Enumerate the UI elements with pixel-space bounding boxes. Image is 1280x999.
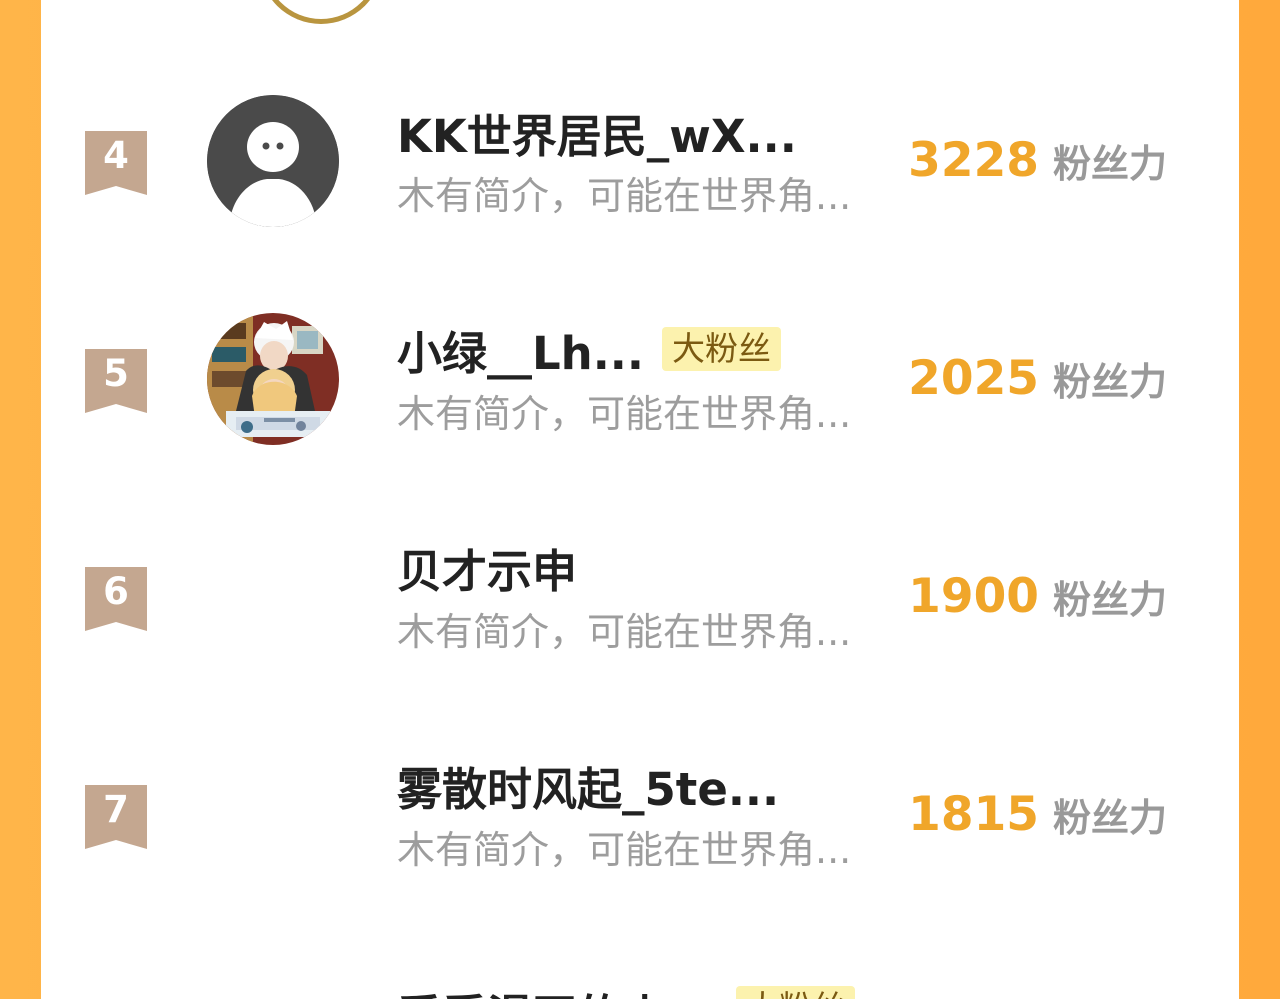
user-name-line: KK世界居民_wX... — [397, 103, 797, 163]
user-name[interactable]: 小绿__Lh... — [397, 317, 644, 382]
user-name-line: 小绿__Lh... 大粉丝 — [397, 320, 781, 380]
fan-power-score: 2025 — [908, 350, 1039, 406]
user-bio: 木有简介，可能在世界角... — [397, 174, 852, 218]
rank-number: 4 — [103, 134, 129, 177]
fan-power: 1900 粉丝力 — [908, 567, 1167, 625]
rank-badge: 4 — [85, 131, 147, 195]
user-bio: 木有简介，可能在世界角... — [397, 392, 852, 436]
list-item[interactable]: 5 小绿__Lh... 大粉丝 木有简介，可能在世界角... 2025 粉丝力 — [41, 313, 1239, 531]
fan-power-label: 粉丝力 — [1052, 359, 1167, 404]
list-item[interactable]: 7 雾散时风起_5te... 木有简介，可能在世界角... 1815 粉丝力 — [41, 749, 1239, 967]
user-name-line: 雾散时风起_5te... — [397, 756, 779, 816]
rank-badge: 5 — [85, 349, 147, 413]
fan-power: 2025 粉丝力 — [908, 349, 1167, 407]
default-avatar-icon — [207, 95, 339, 227]
user-name-line: 贝才示申 — [397, 538, 577, 598]
user-name[interactable]: 贝才示申 — [397, 535, 577, 600]
partial-user-name[interactable]: 爱看漫画的小 — [397, 980, 667, 999]
rank-number: 5 — [103, 352, 129, 395]
list-item[interactable]: 6 贝才示申 木有简介，可能在世界角... 1900 粉丝力 — [41, 531, 1239, 749]
user-bio: 木有简介，可能在世界角... — [397, 828, 852, 872]
partial-big-fan-badge: 大粉丝 — [736, 986, 855, 999]
user-name[interactable]: 雾散时风起_5te... — [397, 753, 779, 818]
avatar[interactable] — [207, 313, 339, 445]
rank-number: 7 — [103, 788, 129, 831]
avatar[interactable] — [207, 95, 339, 227]
rank-badge: 6 — [85, 567, 147, 631]
big-fan-badge: 大粉丝 — [662, 327, 781, 371]
fan-power-score: 1900 — [908, 568, 1039, 624]
fan-power-label: 粉丝力 — [1052, 141, 1167, 186]
fan-power-score: 1815 — [908, 786, 1039, 842]
fan-power: 3228 粉丝力 — [908, 131, 1167, 189]
previous-avatar-ring — [259, 0, 383, 24]
rank-number: 6 — [103, 570, 129, 613]
user-bio: 木有简介，可能在世界角... — [397, 610, 852, 654]
fan-power: 1815 粉丝力 — [908, 785, 1167, 843]
anime-avatar-icon — [207, 313, 339, 445]
fan-ranking-panel: 4 KK世界居民_wX... 木有简介，可能在世界角... 3228 粉丝力 5 — [41, 0, 1239, 999]
fan-power-score: 3228 — [908, 132, 1039, 188]
user-name[interactable]: KK世界居民_wX... — [397, 100, 797, 165]
list-item[interactable]: 4 KK世界居民_wX... 木有简介，可能在世界角... 3228 粉丝力 — [41, 95, 1239, 313]
fan-power-label: 粉丝力 — [1052, 795, 1167, 840]
fan-power-label: 粉丝力 — [1052, 577, 1167, 622]
rank-badge: 7 — [85, 785, 147, 849]
